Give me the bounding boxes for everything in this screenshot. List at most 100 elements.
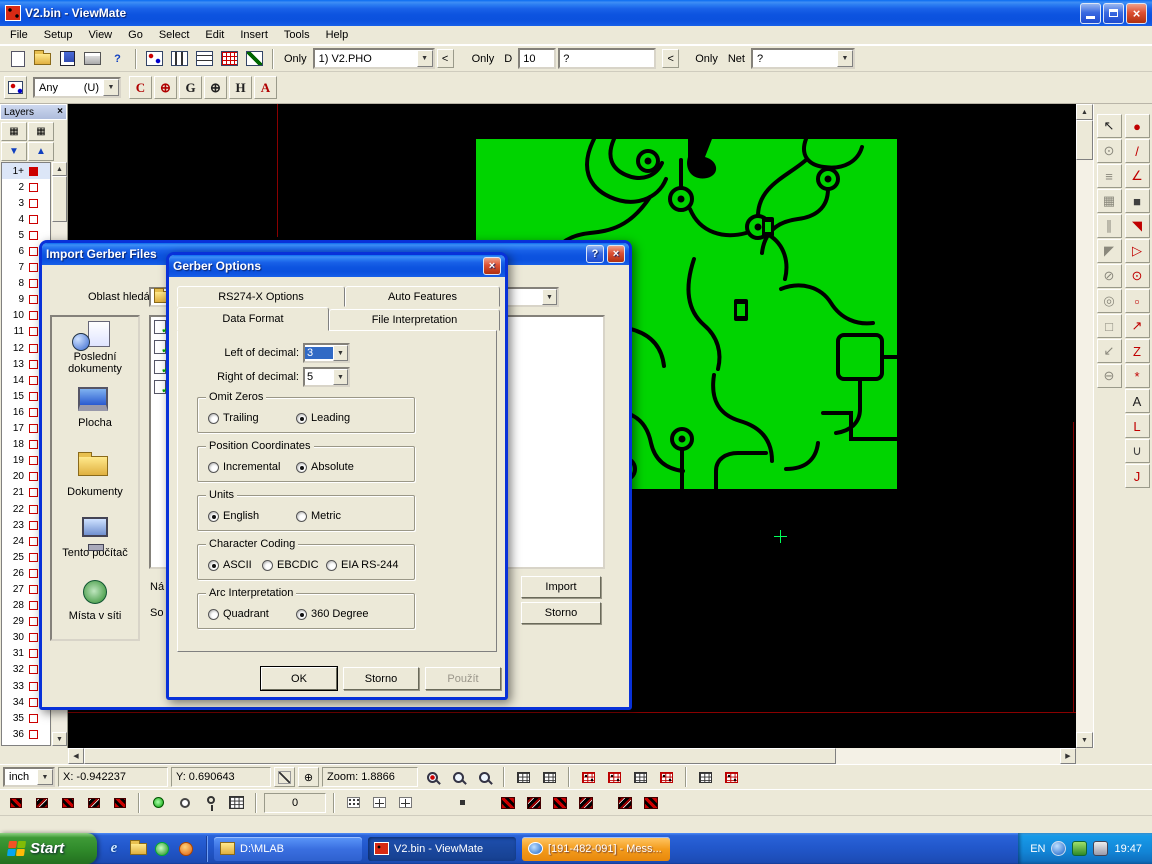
radio-eia-rs244[interactable]: EIA RS-244 <box>326 559 398 571</box>
zoom-fit-icon[interactable] <box>473 766 496 789</box>
scroll-left-icon[interactable]: ◀ <box>68 748 84 764</box>
radio-metric[interactable]: Metric <box>296 510 341 522</box>
close-button[interactable]: × <box>1126 3 1147 24</box>
only-layer-label[interactable]: Only <box>280 53 311 65</box>
target-tool-icon[interactable]: ◎ <box>1097 289 1122 313</box>
label-tool-icon[interactable]: L <box>1125 414 1150 438</box>
line-tool-icon[interactable]: / <box>1125 139 1150 163</box>
plane-tool-icon[interactable]: ■ <box>1125 189 1150 213</box>
menu-item[interactable]: Go <box>120 26 151 44</box>
print-icon[interactable] <box>81 47 104 70</box>
polyline-tool-icon[interactable]: ∠ <box>1125 164 1150 188</box>
close-icon[interactable]: × <box>607 245 625 263</box>
select-film-icon[interactable] <box>4 791 27 814</box>
messenger-tray-icon[interactable] <box>1051 841 1066 856</box>
probe-icon[interactable] <box>199 791 222 814</box>
scroll-right-icon[interactable]: ▶ <box>1060 748 1076 764</box>
layer-row[interactable]: 3 <box>2 195 50 211</box>
layer-color-swatch[interactable] <box>29 231 38 240</box>
zigzag-tool-icon[interactable]: Z <box>1125 339 1150 363</box>
radio-leading[interactable]: Leading <box>296 412 350 424</box>
layer-color-swatch[interactable] <box>29 279 38 288</box>
radio-ebcdic[interactable]: EBCDIC <box>262 559 319 571</box>
move-layer-down-icon[interactable]: ▼ <box>1 142 27 161</box>
layer-color-swatch[interactable] <box>29 440 38 449</box>
new-file-icon[interactable] <box>6 47 29 70</box>
film-pattern-icon[interactable] <box>548 791 571 814</box>
film-table-red-icon[interactable] <box>577 766 600 789</box>
scroll-down-icon[interactable]: ▼ <box>52 732 67 746</box>
clear-marker-icon[interactable] <box>173 791 196 814</box>
layer-grid-icon[interactable]: ▦ <box>1 122 27 141</box>
layer-color-swatch[interactable] <box>29 456 38 465</box>
layer-color-swatch[interactable] <box>29 199 38 208</box>
place-recent[interactable]: Poslední dokumenty <box>52 321 138 375</box>
pad-tool-icon[interactable]: ● <box>1125 114 1150 138</box>
probe-tool-icon[interactable]: ⊙ <box>1097 139 1122 163</box>
move-layer-up-icon[interactable]: ▲ <box>28 142 54 161</box>
place-documents[interactable]: Dokumenty <box>52 450 138 498</box>
layer-row[interactable]: 36 <box>2 726 50 742</box>
layer-color-swatch[interactable] <box>29 408 38 417</box>
menu-item[interactable]: Help <box>318 26 357 44</box>
origin-target-icon[interactable]: ⊕ <box>204 76 227 99</box>
layer-color-swatch[interactable] <box>29 537 38 546</box>
film-select-icon[interactable] <box>4 76 27 99</box>
chevron-down-icon[interactable]: ▼ <box>103 79 119 96</box>
film-pattern-icon[interactable] <box>522 791 545 814</box>
remove-tool-icon[interactable]: ⊖ <box>1097 364 1122 388</box>
menu-item[interactable]: View <box>80 26 120 44</box>
polygon-tool-icon[interactable]: ▷ <box>1125 239 1150 263</box>
layer-color-swatch[interactable] <box>29 295 38 304</box>
snap-anchor-icon[interactable] <box>394 791 417 814</box>
place-network[interactable]: Místa v síti <box>52 578 138 622</box>
task-viewmate-window[interactable]: V2.bin - ViewMate <box>368 837 516 861</box>
film-pattern-icon[interactable] <box>639 791 662 814</box>
fill-tool-icon[interactable]: ▦ <box>1097 189 1122 213</box>
menu-item[interactable]: Edit <box>197 26 232 44</box>
menu-item[interactable]: Tools <box>276 26 318 44</box>
apply-button[interactable]: Použít <box>425 667 501 690</box>
frame-tool-icon[interactable]: □ <box>1097 314 1122 338</box>
film-table-icon[interactable] <box>512 766 535 789</box>
film-table-icon[interactable] <box>629 766 652 789</box>
layer-color-swatch[interactable] <box>29 360 38 369</box>
radio-absolute[interactable]: Absolute <box>296 461 354 473</box>
layer-color-swatch[interactable] <box>29 263 38 272</box>
text-select-icon[interactable]: A <box>254 76 277 99</box>
close-icon[interactable]: × <box>483 257 501 275</box>
chevron-down-icon[interactable]: ▼ <box>417 50 433 67</box>
ring-tool-icon[interactable]: ⊙ <box>1125 264 1150 288</box>
item-filter-combo[interactable]: Any (U) ▼ <box>33 77 121 98</box>
corner-tool-icon[interactable]: ◥ <box>1125 214 1150 238</box>
unit-combo[interactable]: inch ▼ <box>3 767 55 787</box>
tab-rs274x[interactable]: RS274-X Options <box>177 286 345 307</box>
layer-color-swatch[interactable] <box>29 585 38 594</box>
layer-row[interactable]: 2 <box>2 179 50 195</box>
layer-color-swatch[interactable] <box>29 376 38 385</box>
save-icon[interactable] <box>56 47 79 70</box>
restore-button[interactable] <box>1103 3 1124 24</box>
only-dcode-label[interactable]: Only <box>468 53 499 65</box>
place-computer[interactable]: Tento počítač <box>52 515 138 559</box>
layer-color-swatch[interactable] <box>29 167 38 176</box>
grid-toggle-icon[interactable] <box>225 791 248 814</box>
layer-combo[interactable]: 1) V2.PHO ▼ <box>313 48 435 69</box>
layer-color-swatch[interactable] <box>29 215 38 224</box>
void-tool-icon[interactable]: ⊘ <box>1097 264 1122 288</box>
ie-icon[interactable]: e <box>105 840 123 858</box>
radio-trailing[interactable]: Trailing <box>208 412 259 424</box>
film-table-red-icon[interactable] <box>655 766 678 789</box>
star-tool-icon[interactable]: * <box>1125 364 1150 388</box>
text-tool-icon[interactable]: A <box>1125 389 1150 413</box>
keyboard-tray-icon[interactable] <box>1093 841 1108 856</box>
cancel-button[interactable]: Storno <box>521 602 601 624</box>
layer-color-swatch[interactable] <box>29 649 38 658</box>
layer-color-swatch[interactable] <box>29 505 38 514</box>
zoom-window-icon[interactable] <box>447 766 470 789</box>
pointer-tool-icon[interactable]: ↖ <box>1097 114 1122 138</box>
center-origin-icon[interactable]: ⊕ <box>298 767 319 787</box>
zoom-point-icon[interactable] <box>421 766 444 789</box>
menu-item[interactable]: File <box>2 26 36 44</box>
grid-settings-icon[interactable] <box>218 47 241 70</box>
